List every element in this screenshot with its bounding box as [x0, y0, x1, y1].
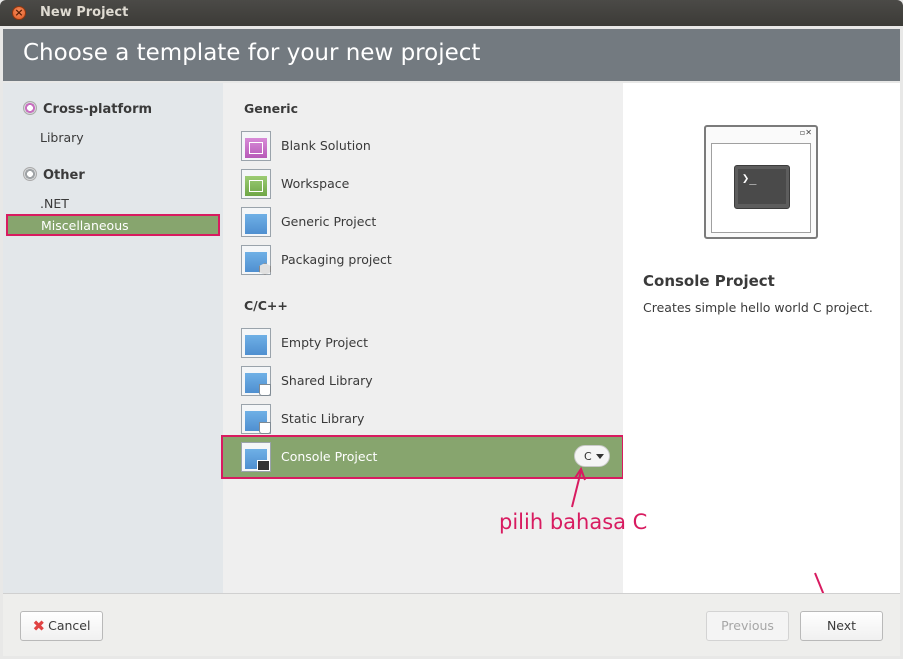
- template-label: Blank Solution: [281, 138, 371, 153]
- template-label: Console Project: [281, 449, 378, 464]
- sidebar-item-miscellaneous[interactable]: Miscellaneous: [6, 214, 220, 236]
- category-label: Cross-platform: [43, 102, 153, 117]
- template-workspace[interactable]: Workspace: [241, 169, 621, 201]
- blank-solution-icon: [241, 131, 271, 161]
- shared-library-icon: [241, 366, 271, 396]
- chevron-down-icon: [596, 454, 604, 459]
- terminal-icon: ❯_: [734, 165, 790, 209]
- terminal-prompt: ❯_: [738, 169, 786, 204]
- template-label: Generic Project: [281, 214, 377, 229]
- workspace-icon: [241, 169, 271, 199]
- category-other[interactable]: Other: [23, 167, 85, 183]
- template-static-library[interactable]: Static Library: [241, 404, 621, 436]
- sidebar-item-dotnet[interactable]: .NET: [40, 196, 69, 211]
- template-packaging-project[interactable]: Packaging project: [241, 245, 621, 277]
- section-cpp: C/C++: [244, 298, 288, 313]
- cancel-icon: ✖: [32, 617, 46, 635]
- cancel-label: Cancel: [48, 618, 91, 633]
- template-label: Workspace: [281, 176, 350, 191]
- cancel-button[interactable]: ✖ Cancel: [20, 611, 103, 641]
- window-controls-icon: ▫✕: [799, 128, 812, 137]
- annotation-label: pilih bahasa C: [499, 510, 648, 534]
- template-blank-solution[interactable]: Blank Solution: [241, 131, 621, 163]
- previous-button[interactable]: Previous: [706, 611, 789, 641]
- header-banner: Choose a template for your new project: [3, 29, 900, 81]
- sidebar-item-library[interactable]: Library: [40, 130, 84, 145]
- template-preview: ▫✕ ❯_ Console Project Creates simple hel…: [623, 83, 900, 593]
- category-label: Other: [43, 168, 85, 183]
- preview-title: Console Project: [643, 272, 775, 290]
- dialog-footer: ✖ Cancel Previous Next: [3, 593, 900, 656]
- window-title: New Project: [40, 5, 129, 20]
- template-empty-project[interactable]: Empty Project: [241, 328, 621, 360]
- template-generic-project[interactable]: Generic Project: [241, 207, 621, 239]
- template-console-project[interactable]: Console Project C: [221, 435, 624, 479]
- generic-project-icon: [241, 207, 271, 237]
- cross-platform-icon: [23, 101, 37, 115]
- template-label: Static Library: [281, 411, 365, 426]
- packaging-project-icon: [241, 245, 271, 275]
- template-shared-library[interactable]: Shared Library: [241, 366, 621, 398]
- empty-project-icon: [241, 328, 271, 358]
- window-close-icon[interactable]: ×: [12, 6, 26, 20]
- category-sidebar: Cross-platform Library Other .NET Miscel…: [3, 83, 223, 593]
- next-button[interactable]: Next: [800, 611, 883, 641]
- page-title: Choose a template for your new project: [23, 40, 481, 66]
- language-value: C: [584, 450, 592, 463]
- template-label: Shared Library: [281, 373, 373, 388]
- category-cross-platform[interactable]: Cross-platform: [23, 101, 152, 117]
- section-generic: Generic: [244, 101, 298, 116]
- language-selector[interactable]: C: [574, 445, 610, 467]
- other-icon: [23, 167, 37, 181]
- window-titlebar: × New Project: [0, 0, 903, 26]
- console-project-icon: [241, 442, 271, 472]
- sidebar-item-label: Miscellaneous: [41, 218, 129, 233]
- preview-description: Creates simple hello world C project.: [643, 300, 873, 315]
- template-label: Empty Project: [281, 335, 369, 350]
- static-library-icon: [241, 404, 271, 434]
- preview-window-icon: ▫✕ ❯_: [704, 125, 818, 239]
- template-label: Packaging project: [281, 252, 392, 267]
